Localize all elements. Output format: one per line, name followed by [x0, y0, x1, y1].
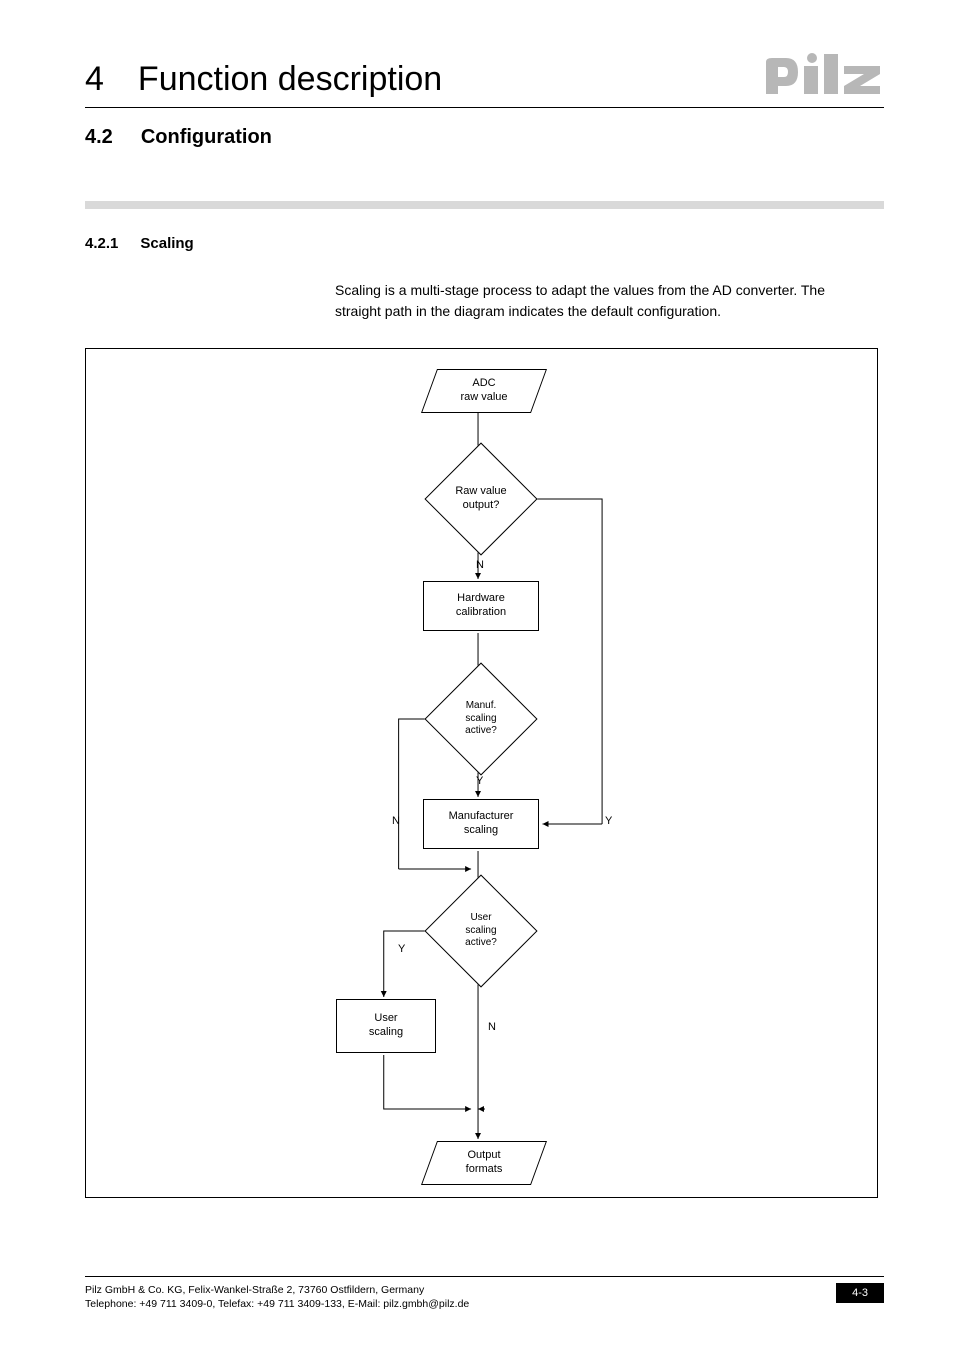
- chapter-number: 4: [85, 60, 104, 99]
- flow-node-output-formats: Output formats: [421, 1141, 547, 1185]
- page-number-badge: 4-3: [836, 1283, 884, 1303]
- flow-label-y: Y: [398, 943, 405, 955]
- flow-label-n: N: [488, 1021, 496, 1033]
- flow-text: Output: [466, 1149, 503, 1163]
- flow-label-y: Y: [476, 775, 483, 787]
- flow-text: calibration: [456, 606, 506, 620]
- flow-text: Raw value: [455, 485, 506, 499]
- flow-node-user-scaling: User scaling: [336, 999, 436, 1053]
- flow-text: raw value: [460, 391, 507, 405]
- flow-node-manuf-scaling-decision: Manuf. scaling active?: [424, 662, 537, 775]
- flow-node-adc-raw: ADC raw value: [421, 369, 547, 413]
- flow-text: active?: [465, 725, 497, 738]
- section-title: Configuration: [141, 126, 272, 149]
- flow-text: scaling: [465, 713, 497, 726]
- section-number: 4.2: [85, 126, 113, 149]
- flow-text: Hardware: [456, 592, 506, 606]
- flow-node-hardware-calibration: Hardware calibration: [423, 581, 539, 631]
- flow-node-manufacturer-scaling: Manufacturer scaling: [423, 799, 539, 849]
- flow-text: Manuf.: [465, 700, 497, 713]
- flow-text: scaling: [369, 1026, 403, 1040]
- flow-label-y: Y: [605, 815, 612, 827]
- flow-node-raw-output-decision: Raw value output?: [424, 442, 537, 555]
- flow-text: active?: [465, 937, 497, 950]
- flow-text: ADC: [460, 377, 507, 391]
- chapter-heading: 4 Function description: [85, 60, 442, 99]
- flow-text: User: [465, 912, 497, 925]
- flow-text: scaling: [465, 925, 497, 938]
- pilz-logo-icon: [764, 50, 884, 103]
- footer-address: Pilz GmbH & Co. KG, Felix-Wankel-Straße …: [85, 1283, 469, 1298]
- page-header: 4 Function description: [85, 50, 884, 108]
- flowchart-container: ADC raw value Raw value output? N Y Hard…: [85, 348, 878, 1198]
- section-heading: 4.2 Configuration: [85, 126, 884, 149]
- flow-label-n: N: [392, 815, 400, 827]
- subsection-title: Scaling: [140, 235, 193, 252]
- flow-label-n: N: [476, 559, 484, 571]
- flow-text: output?: [455, 499, 506, 513]
- chapter-title: Function description: [138, 60, 442, 99]
- flow-node-user-scaling-decision: User scaling active?: [424, 874, 537, 987]
- subsection-heading: 4.2.1 Scaling: [85, 235, 884, 252]
- body-paragraph: Scaling is a multi-stage process to adap…: [335, 280, 864, 322]
- section-divider: [85, 201, 884, 209]
- page-footer: Pilz GmbH & Co. KG, Felix-Wankel-Straße …: [85, 1276, 884, 1312]
- subsection-number: 4.2.1: [85, 235, 118, 252]
- flow-text: User: [369, 1012, 403, 1026]
- flow-text: formats: [466, 1163, 503, 1177]
- footer-contact: Telephone: +49 711 3409-0, Telefax: +49 …: [85, 1297, 469, 1312]
- flow-text: scaling: [449, 824, 514, 838]
- flow-text: Manufacturer: [449, 810, 514, 824]
